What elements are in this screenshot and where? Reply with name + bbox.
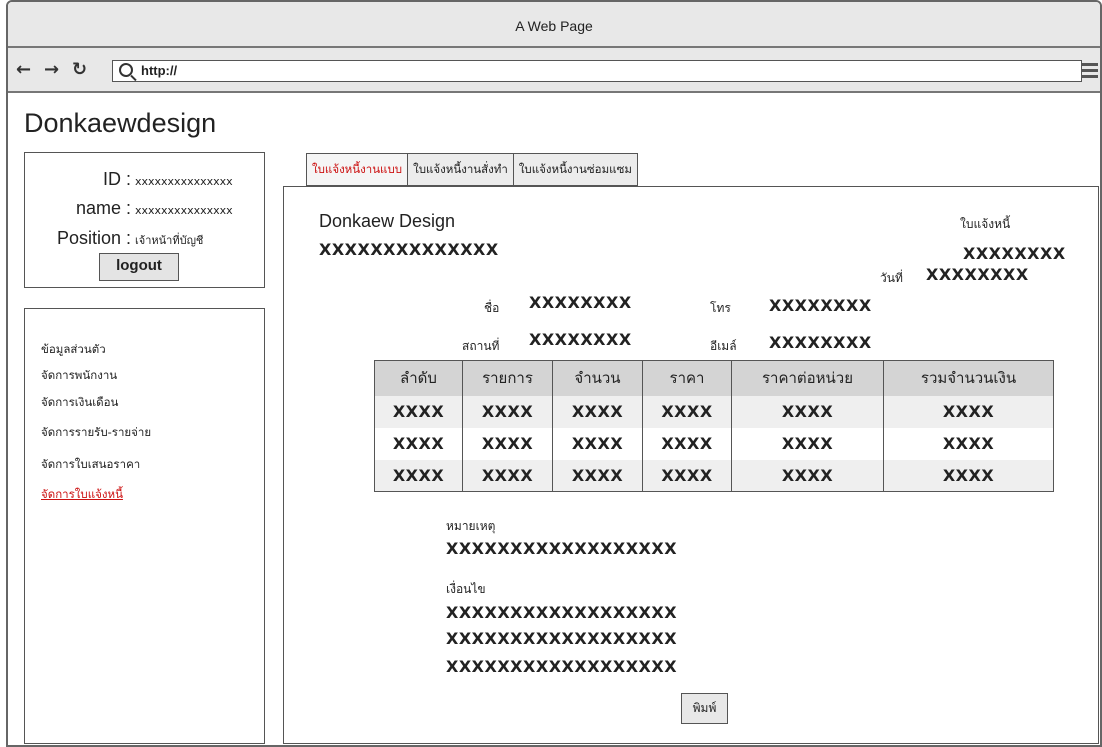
table-header-row: ลำดับ รายการ จำนวน ราคา ราคาต่อหน่วย รวม… xyxy=(374,360,1054,396)
user-position-label: Position : xyxy=(56,228,131,248)
brand-title: Donkaewdesign xyxy=(24,108,217,138)
window-title: A Web Page xyxy=(515,18,593,34)
column-header: ลำดับ xyxy=(374,360,463,396)
forward-icon[interactable]: → xyxy=(44,58,59,82)
user-id-row: ID : xxxxxxxxxxxxxxx xyxy=(25,169,255,190)
browser-toolbar: ← → ↻ http:// xyxy=(8,48,1100,93)
column-header: ราคา xyxy=(642,360,732,396)
sidebar-item-quotations[interactable]: จัดการใบเสนอราคา xyxy=(41,456,140,474)
table-cell: XXXX xyxy=(462,395,553,428)
customer-name-label: ชื่อ xyxy=(484,301,500,315)
address-value: XXXXXXXX xyxy=(529,330,632,349)
tab-custom-order-invoice[interactable]: ใบแจ้งหนี้งานสั่งทำ xyxy=(407,153,513,186)
table-cell: XXXX xyxy=(642,459,732,492)
company-detail: XXXXXXXXXXXXXX xyxy=(319,240,499,259)
table-cell: XXXX xyxy=(642,395,732,428)
column-header: ราคาต่อหน่วย xyxy=(731,360,884,396)
customer-name-value: XXXXXXXX xyxy=(529,293,632,312)
table-cell: XXXX xyxy=(552,459,643,492)
column-header: จำนวน xyxy=(552,360,643,396)
phone-label: โทร xyxy=(710,301,731,315)
table-cell: XXXX xyxy=(374,427,463,460)
column-header: รวมจำนวนเงิน xyxy=(883,360,1054,396)
user-name-row: name : xxxxxxxxxxxxxxx xyxy=(25,198,255,219)
condition-line: XXXXXXXXXXXXXXXXXX xyxy=(446,603,678,622)
condition-line: XXXXXXXXXXXXXXXXXX xyxy=(446,629,678,648)
column-header: รายการ xyxy=(462,360,553,396)
invoice-items-table: ลำดับ รายการ จำนวน ราคา ราคาต่อหน่วย รวม… xyxy=(374,360,1054,492)
date-value: XXXXXXXX xyxy=(926,265,1029,284)
table-cell: XXXX xyxy=(731,395,884,428)
phone-value: XXXXXXXX xyxy=(769,296,872,315)
document-number: XXXXXXXX xyxy=(963,244,1066,263)
invoice-tabs: ใบแจ้งหนี้งานแบบ ใบแจ้งหนี้งานสั่งทำ ใบแ… xyxy=(306,153,638,186)
back-icon[interactable]: ← xyxy=(16,58,31,82)
table-cell: XXXX xyxy=(883,395,1054,428)
table-cell: XXXX xyxy=(942,434,995,453)
invoice-panel: Donkaew Design XXXXXXXXXXXXXX ใบแจ้งหนี้… xyxy=(283,186,1099,744)
user-position-row: Position : เจ้าหน้าที่บัญชี xyxy=(25,228,255,249)
company-name: Donkaew Design xyxy=(319,211,456,231)
table-cell: XXXX xyxy=(731,459,884,492)
url-text: http:// xyxy=(141,63,178,78)
table-cell: XXXX xyxy=(462,459,553,492)
tab-design-invoice[interactable]: ใบแจ้งหนี้งานแบบ xyxy=(306,153,408,186)
table-row: XXXX XXXX XXXX XXXX XXXX XXXX xyxy=(374,459,1054,492)
table-cell: XXXX xyxy=(374,459,463,492)
note-value: XXXXXXXXXXXXXXXXXX xyxy=(446,539,678,558)
reload-icon[interactable]: ↻ xyxy=(72,58,87,82)
table-row: XXXX XXXX XXXX XXXX XXXX XXXX xyxy=(374,427,1054,460)
document-title: ใบแจ้งหนี้ xyxy=(960,217,1011,231)
sidebar-item-salary[interactable]: จัดการเงินเดือน xyxy=(41,394,118,412)
user-position-value: เจ้าหน้าที่บัญชี xyxy=(135,234,204,247)
date-label: วันที่ xyxy=(880,271,903,285)
sidebar-item-invoices[interactable]: จัดการใบแจ้งหนี้ xyxy=(41,486,123,504)
browser-window: A Web Page ← → ↻ http:// Donkaewdesign I… xyxy=(6,0,1102,747)
logout-button[interactable]: logout xyxy=(99,253,179,281)
tab-repair-invoice[interactable]: ใบแจ้งหนี้งานซ่อมแซม xyxy=(512,153,638,186)
table-cell: XXXX xyxy=(883,459,1054,492)
condition-line: XXXXXXXXXXXXXXXXXX xyxy=(446,657,678,676)
user-name-value: xxxxxxxxxxxxxxx xyxy=(135,204,233,217)
print-button[interactable]: พิมพ์ xyxy=(681,693,728,724)
user-id-value: xxxxxxxxxxxxxxx xyxy=(135,175,233,188)
email-value: XXXXXXXX xyxy=(769,333,872,352)
search-icon xyxy=(119,63,133,77)
sidebar-menu: ข้อมูลส่วนตัว จัดการพนักงาน จัดการเงินเด… xyxy=(24,308,265,744)
table-cell: XXXX xyxy=(552,427,643,460)
table-cell: XXXX xyxy=(462,427,553,460)
sidebar-item-employees[interactable]: จัดการพนักงาน xyxy=(41,367,117,385)
sidebar-item-income-expense[interactable]: จัดการรายรับ-รายจ่าย xyxy=(41,424,151,442)
table-cell: XXXX xyxy=(642,427,732,460)
url-bar[interactable]: http:// xyxy=(112,60,1082,82)
table-cell: XXXX xyxy=(731,427,884,460)
table-row: XXXX XXXX XXXX XXXX XXXX XXXX xyxy=(374,395,1054,428)
table-cell: XXXX xyxy=(552,395,643,428)
email-label: อีเมล์ xyxy=(710,339,737,353)
address-label: สถานที่ xyxy=(462,339,500,353)
conditions-label: เงื่อนไข xyxy=(446,582,486,596)
user-name-label: name : xyxy=(75,198,131,218)
title-bar: A Web Page xyxy=(8,2,1100,48)
menu-icon[interactable] xyxy=(1082,63,1098,81)
user-id-label: ID : xyxy=(102,169,131,189)
sidebar-item-personal-info[interactable]: ข้อมูลส่วนตัว xyxy=(41,341,106,359)
table-cell: XXXX xyxy=(374,395,463,428)
note-label: หมายเหตุ xyxy=(446,519,496,533)
